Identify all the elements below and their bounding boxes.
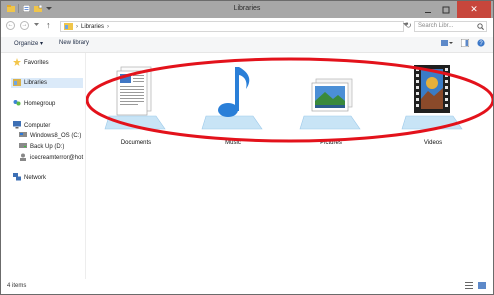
close-icon: ✕ (470, 4, 478, 14)
breadcrumb-libraries[interactable]: Libraries (81, 24, 104, 30)
command-bar: Organize ▾ New library ? (1, 37, 493, 53)
nav-favorites-label: Favorites (24, 60, 49, 66)
nav-drive-c[interactable]: Windows8_OS (C:) (19, 131, 81, 140)
recent-locations-button[interactable] (34, 23, 39, 29)
nav-user[interactable]: icecreamterror@hot (19, 153, 83, 163)
annotation-ellipse (86, 57, 493, 143)
organize-label: Organize (14, 41, 39, 47)
breadcrumb-separator-icon[interactable]: › (76, 24, 78, 30)
nav-drive-d[interactable]: Back Up (D:) (19, 142, 64, 151)
preview-pane-icon[interactable] (460, 38, 470, 49)
organize-button[interactable]: Organize ▾ (14, 40, 43, 47)
search-input[interactable]: Search Libr... (414, 21, 487, 32)
computer-icon (13, 121, 21, 131)
help-icon[interactable]: ? (477, 39, 485, 49)
nav-computer[interactable]: Computer (13, 121, 50, 131)
status-bar: 4 items (1, 279, 493, 293)
homegroup-icon (13, 99, 21, 109)
back-button[interactable]: ← (6, 21, 15, 30)
drive-d-icon (19, 142, 27, 151)
minimize-button[interactable] (419, 1, 437, 18)
star-icon (13, 58, 21, 68)
nav-homegroup[interactable]: Homegroup (13, 99, 55, 109)
libraries-icon (13, 78, 21, 88)
address-bar[interactable]: › Libraries › (60, 21, 404, 32)
nav-homegroup-label: Homegroup (24, 101, 56, 107)
drive-c-icon (19, 131, 27, 140)
back-arrow-icon: ← (7, 22, 14, 28)
close-button[interactable]: ✕ (457, 1, 491, 18)
breadcrumb-separator-icon[interactable]: › (107, 24, 109, 30)
title-bar: Libraries ✕ (1, 1, 493, 18)
libraries-folder-icon (64, 22, 73, 32)
nav-network-label: Network (24, 175, 47, 181)
item-count: 4 items (7, 283, 27, 289)
address-row: ← → ↑ › Libraries › ↻ Search Libr... (1, 18, 493, 35)
refresh-icon[interactable]: ↻ (405, 21, 412, 30)
change-view-icon[interactable] (441, 39, 453, 49)
large-icons-view-icon[interactable] (478, 282, 486, 291)
new-library-button[interactable]: New library (59, 40, 89, 46)
status-view-buttons (465, 282, 486, 291)
view-tools: ? (441, 38, 485, 49)
navigation-pane: Favorites Libraries Homegroup Computer W… (1, 53, 86, 279)
forward-arrow-icon: → (21, 22, 28, 28)
network-icon (13, 173, 21, 183)
content-area: Documents Music Pictures Videos (86, 53, 493, 279)
nav-drive-d-label: Back Up (D:) (30, 143, 65, 150)
nav-user-label: icecreamterror@hot (30, 155, 84, 161)
search-placeholder: Search Libr... (418, 23, 454, 29)
forward-button[interactable]: → (20, 21, 29, 30)
chevron-down-icon: ▾ (40, 41, 44, 47)
nav-libraries[interactable]: Libraries (11, 78, 83, 88)
details-view-icon[interactable] (465, 282, 473, 291)
maximize-button[interactable] (437, 1, 455, 18)
nav-libraries-label: Libraries (24, 80, 48, 86)
search-icon (477, 23, 484, 34)
nav-drive-c-label: Windows8_OS (C:) (30, 132, 82, 139)
nav-network[interactable]: Network (13, 173, 46, 183)
up-arrow-icon[interactable]: ↑ (46, 20, 51, 30)
nav-computer-label: Computer (24, 123, 51, 129)
user-icon (19, 153, 27, 163)
nav-favorites[interactable]: Favorites (13, 58, 49, 68)
explorer-window: Libraries ✕ ← → ↑ › Libraries › ↻ Search… (0, 0, 494, 295)
